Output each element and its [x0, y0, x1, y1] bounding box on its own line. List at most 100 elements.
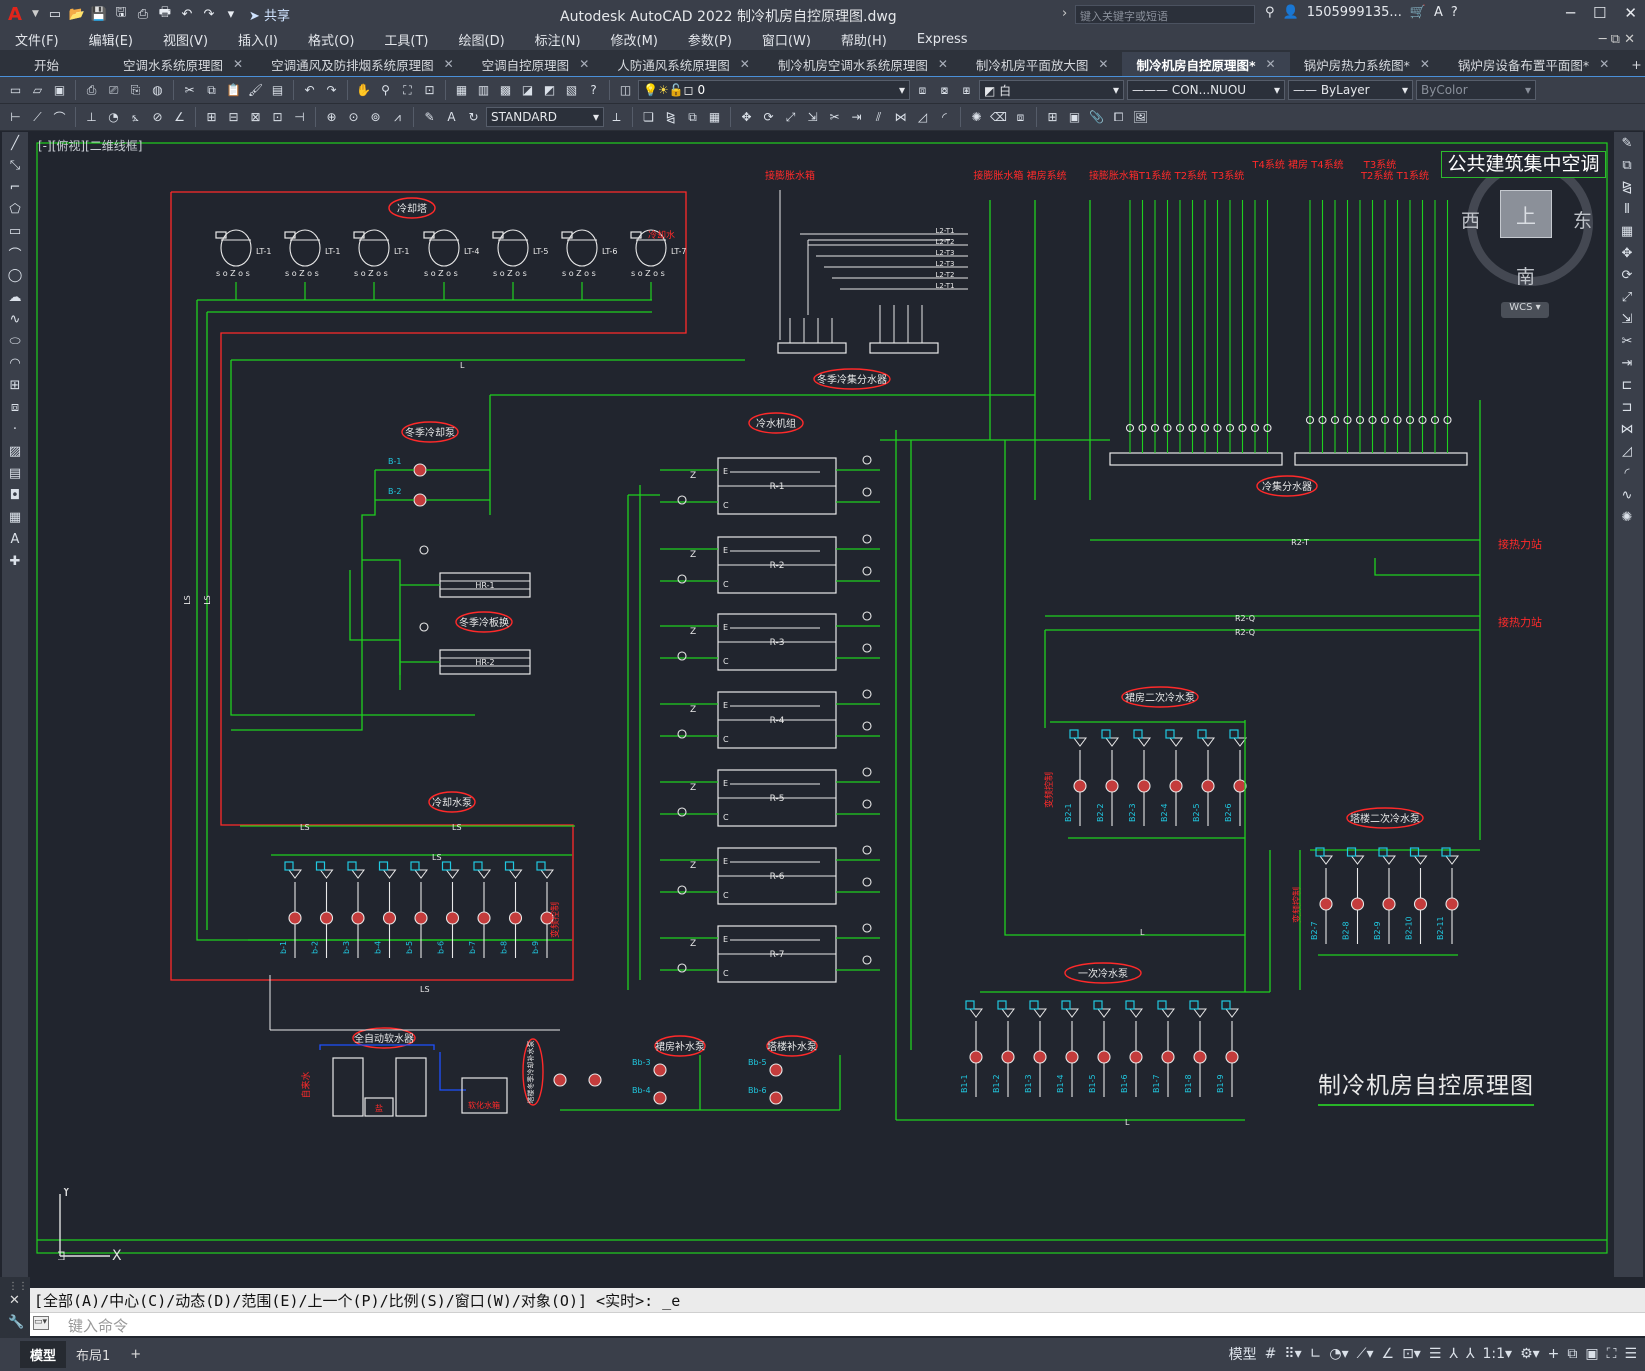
plot-icon[interactable]: ⎙ — [82, 81, 101, 100]
grid-icon[interactable]: # — [1265, 1346, 1277, 1362]
undo-icon[interactable]: ↶ — [179, 6, 195, 22]
image-icon[interactable]: 🖼 — [1131, 108, 1150, 127]
compass-east[interactable]: 东 — [1573, 206, 1592, 233]
aligned-dim-icon[interactable]: ⟋ — [28, 108, 47, 127]
rectangle-icon[interactable]: ▭ — [4, 220, 26, 242]
jogged-linear-icon[interactable]: ⩘ — [388, 108, 407, 127]
user-icon[interactable]: 👤 — [1283, 5, 1299, 20]
insert-block-icon[interactable]: ⊞ — [4, 374, 26, 396]
redo-icon[interactable]: ↷ — [201, 6, 217, 22]
menu-help[interactable]: 帮助(H) — [826, 30, 902, 49]
linetype-dropdown[interactable]: ——— CON...NUOU ▾ — [1127, 80, 1285, 100]
plot-icon[interactable]: 🖶 — [157, 5, 173, 22]
maximize-icon[interactable]: ☐ — [1593, 4, 1606, 22]
layer-previous-icon[interactable]: ⧇ — [935, 81, 954, 100]
rotate-icon[interactable]: ⟳ — [759, 108, 778, 127]
model-space-button[interactable]: 模型 — [1229, 1344, 1257, 1364]
match-prop-icon[interactable]: 🖌 — [246, 81, 265, 100]
open-icon[interactable]: 📂 — [69, 6, 85, 22]
close-tab-icon[interactable]: ✕ — [740, 57, 750, 71]
tab-file-active[interactable]: 制冷机房自控原理图* ✕ — [1122, 52, 1290, 76]
erase-icon[interactable]: ⌫ — [989, 108, 1008, 127]
tab-file[interactable]: 制冷机房平面放大图 ✕ — [962, 52, 1123, 76]
menu-modify[interactable]: 修改(M) — [596, 30, 673, 49]
isolate-icon[interactable]: ⧉ — [1567, 1346, 1577, 1362]
table-icon[interactable]: ▦ — [4, 506, 26, 528]
mirror-icon[interactable]: ⧎ — [1616, 176, 1638, 198]
preview-icon[interactable]: ⎚ — [104, 81, 123, 100]
command-prompt-icon[interactable]: ▭▾ — [33, 1316, 49, 1330]
close-tab-icon[interactable]: ✕ — [1599, 57, 1609, 71]
customize-menu-icon[interactable]: ☰ — [1624, 1346, 1637, 1362]
join-icon[interactable]: ⋈ — [891, 108, 910, 127]
menu-tools[interactable]: 工具(T) — [369, 30, 443, 49]
offset-icon[interactable]: ⫴ — [1616, 198, 1638, 220]
center-mark-icon[interactable]: ⊙ — [344, 108, 363, 127]
tab-file[interactable]: 空调自控原理图 ✕ — [468, 52, 604, 76]
arc-length-icon[interactable]: ⌒ — [50, 108, 69, 127]
menu-parametric[interactable]: 参数(P) — [673, 30, 747, 49]
continue-icon[interactable]: ⊠ — [246, 108, 265, 127]
close-tab-icon[interactable]: ✕ — [938, 57, 948, 71]
menu-format[interactable]: 格式(O) — [293, 30, 369, 49]
stretch-icon[interactable]: ⇲ — [1616, 308, 1638, 330]
block-editor-icon[interactable]: ▤ — [268, 81, 287, 100]
menu-window[interactable]: 窗口(W) — [747, 30, 826, 49]
close-tab-icon[interactable]: ✕ — [1266, 57, 1276, 71]
publish-icon[interactable]: ⎘ — [126, 81, 145, 100]
lineweight-dropdown[interactable]: —— ByLayer ▾ — [1288, 80, 1413, 100]
app-menu-chevron-icon[interactable]: ▼ — [32, 9, 39, 19]
close-tab-icon[interactable]: ✕ — [1420, 57, 1430, 71]
make-block-icon[interactable]: ▣ — [1065, 108, 1084, 127]
polar-icon[interactable]: ◔▾ — [1329, 1346, 1348, 1362]
menu-insert[interactable]: 插入(I) — [223, 30, 293, 49]
undo-icon[interactable]: ↶ — [300, 81, 319, 100]
new-icon[interactable]: ▭ — [6, 81, 25, 100]
design-center-icon[interactable]: ▥ — [474, 81, 493, 100]
dim-break-icon[interactable]: ⊣ — [290, 108, 309, 127]
chamfer-icon[interactable]: ◿ — [1616, 440, 1638, 462]
trim-icon[interactable]: ✂ — [825, 108, 844, 127]
blend-icon[interactable]: ∿ — [1616, 484, 1638, 506]
copy-obj-icon[interactable]: ❏ — [639, 108, 658, 127]
menu-file[interactable]: 文件(F) — [0, 30, 74, 49]
close-tab-icon[interactable]: ✕ — [444, 57, 454, 71]
layer-dropdown[interactable]: 💡☀🔓◻ 0 ▾ — [638, 80, 910, 100]
osnap-icon[interactable]: ⊡▾ — [1402, 1346, 1421, 1362]
annotation-visibility-icon[interactable]: ⅄ — [1449, 1346, 1458, 1362]
move-icon[interactable]: ✥ — [1616, 242, 1638, 264]
chamfer-icon[interactable]: ◿ — [913, 108, 932, 127]
offset-icon[interactable]: ⧉ — [683, 108, 702, 127]
new-tab-button[interactable]: + — [1623, 52, 1645, 76]
diameter-icon[interactable]: ⊘ — [148, 108, 167, 127]
circle-icon[interactable]: ◯ — [4, 264, 26, 286]
mirror-icon[interactable]: ⧎ — [661, 108, 680, 127]
fillet-icon[interactable]: ◜ — [1616, 462, 1638, 484]
trim-icon[interactable]: ✂ — [1616, 330, 1638, 352]
tab-file[interactable]: 人防通风系统原理图 ✕ — [603, 52, 764, 76]
fillet-icon[interactable]: ◜ — [935, 108, 954, 127]
dim-space-icon[interactable]: ⊡ — [268, 108, 287, 127]
break-icon[interactable]: ⫽ — [869, 108, 888, 127]
tab-file[interactable]: 空调水系统原理图 ✕ — [109, 52, 257, 76]
inspect-icon[interactable]: ⊚ — [366, 108, 385, 127]
ortho-icon[interactable]: ∟ — [1310, 1346, 1322, 1362]
extend-icon[interactable]: ⇥ — [847, 108, 866, 127]
lineweight-icon[interactable]: ☰ — [1429, 1346, 1442, 1362]
autoscale-icon[interactable]: ⅄ — [1466, 1346, 1475, 1362]
region-icon[interactable]: ◘ — [4, 484, 26, 506]
grip-icon[interactable]: ⋮⋮ — [8, 1281, 28, 1292]
menu-draw[interactable]: 绘图(D) — [444, 30, 520, 49]
explode-icon[interactable]: ✺ — [1616, 506, 1638, 528]
join-icon[interactable]: ⋈ — [1616, 418, 1638, 440]
hardware-accel-icon[interactable]: ▣ — [1585, 1346, 1598, 1362]
help-icon[interactable]: ? — [584, 81, 603, 100]
new-icon[interactable]: ▭ — [47, 6, 63, 22]
jogged-icon[interactable]: ⦩ — [126, 108, 145, 127]
scale-icon[interactable]: ⤢ — [1616, 286, 1638, 308]
redo-icon[interactable]: ↷ — [322, 81, 341, 100]
pan-icon[interactable]: ✋ — [354, 81, 373, 100]
mtext-icon[interactable]: A — [4, 528, 26, 550]
color-dropdown[interactable]: ◩ 白 ▾ — [979, 80, 1124, 100]
polygon-icon[interactable]: ⬠ — [4, 198, 26, 220]
